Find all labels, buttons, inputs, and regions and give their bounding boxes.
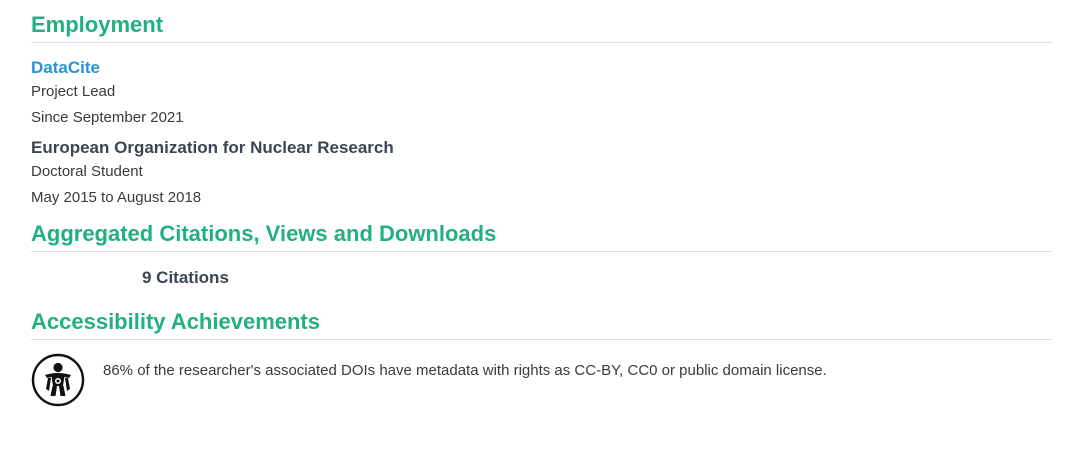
accessibility-text: 86% of the researcher's associated DOIs …	[103, 361, 827, 379]
aggregated-heading: Aggregated Citations, Views and Download…	[31, 221, 1052, 252]
profile-content: Employment DataCite Project Lead Since S…	[31, 0, 1052, 407]
job-period: Since September 2021	[31, 109, 184, 126]
job-role: Doctoral Student	[31, 163, 143, 180]
job-role: Project Lead	[31, 83, 116, 100]
accessibility-section: Accessibility Achievements 86% of the re…	[31, 309, 1052, 407]
employment-section: Employment DataCite Project Lead Since S…	[31, 12, 1052, 211]
accessibility-heading: Accessibility Achievements	[31, 309, 1052, 340]
citations-count: 9 Citations	[142, 268, 229, 287]
job-entry: DataCite Project Lead Since September 20…	[31, 57, 1052, 131]
organization-name: European Organization for Nuclear Resear…	[31, 138, 394, 157]
job-entry: European Organization for Nuclear Resear…	[31, 137, 1052, 211]
accessibility-achievement: 86% of the researcher's associated DOIs …	[31, 353, 1052, 407]
job-period: May 2015 to August 2018	[31, 189, 202, 206]
aggregated-section: Aggregated Citations, Views and Download…	[31, 221, 1052, 289]
open-access-figure-icon	[31, 353, 85, 407]
employment-heading: Employment	[31, 12, 1052, 43]
organization-link-datacite[interactable]: DataCite	[31, 58, 100, 77]
